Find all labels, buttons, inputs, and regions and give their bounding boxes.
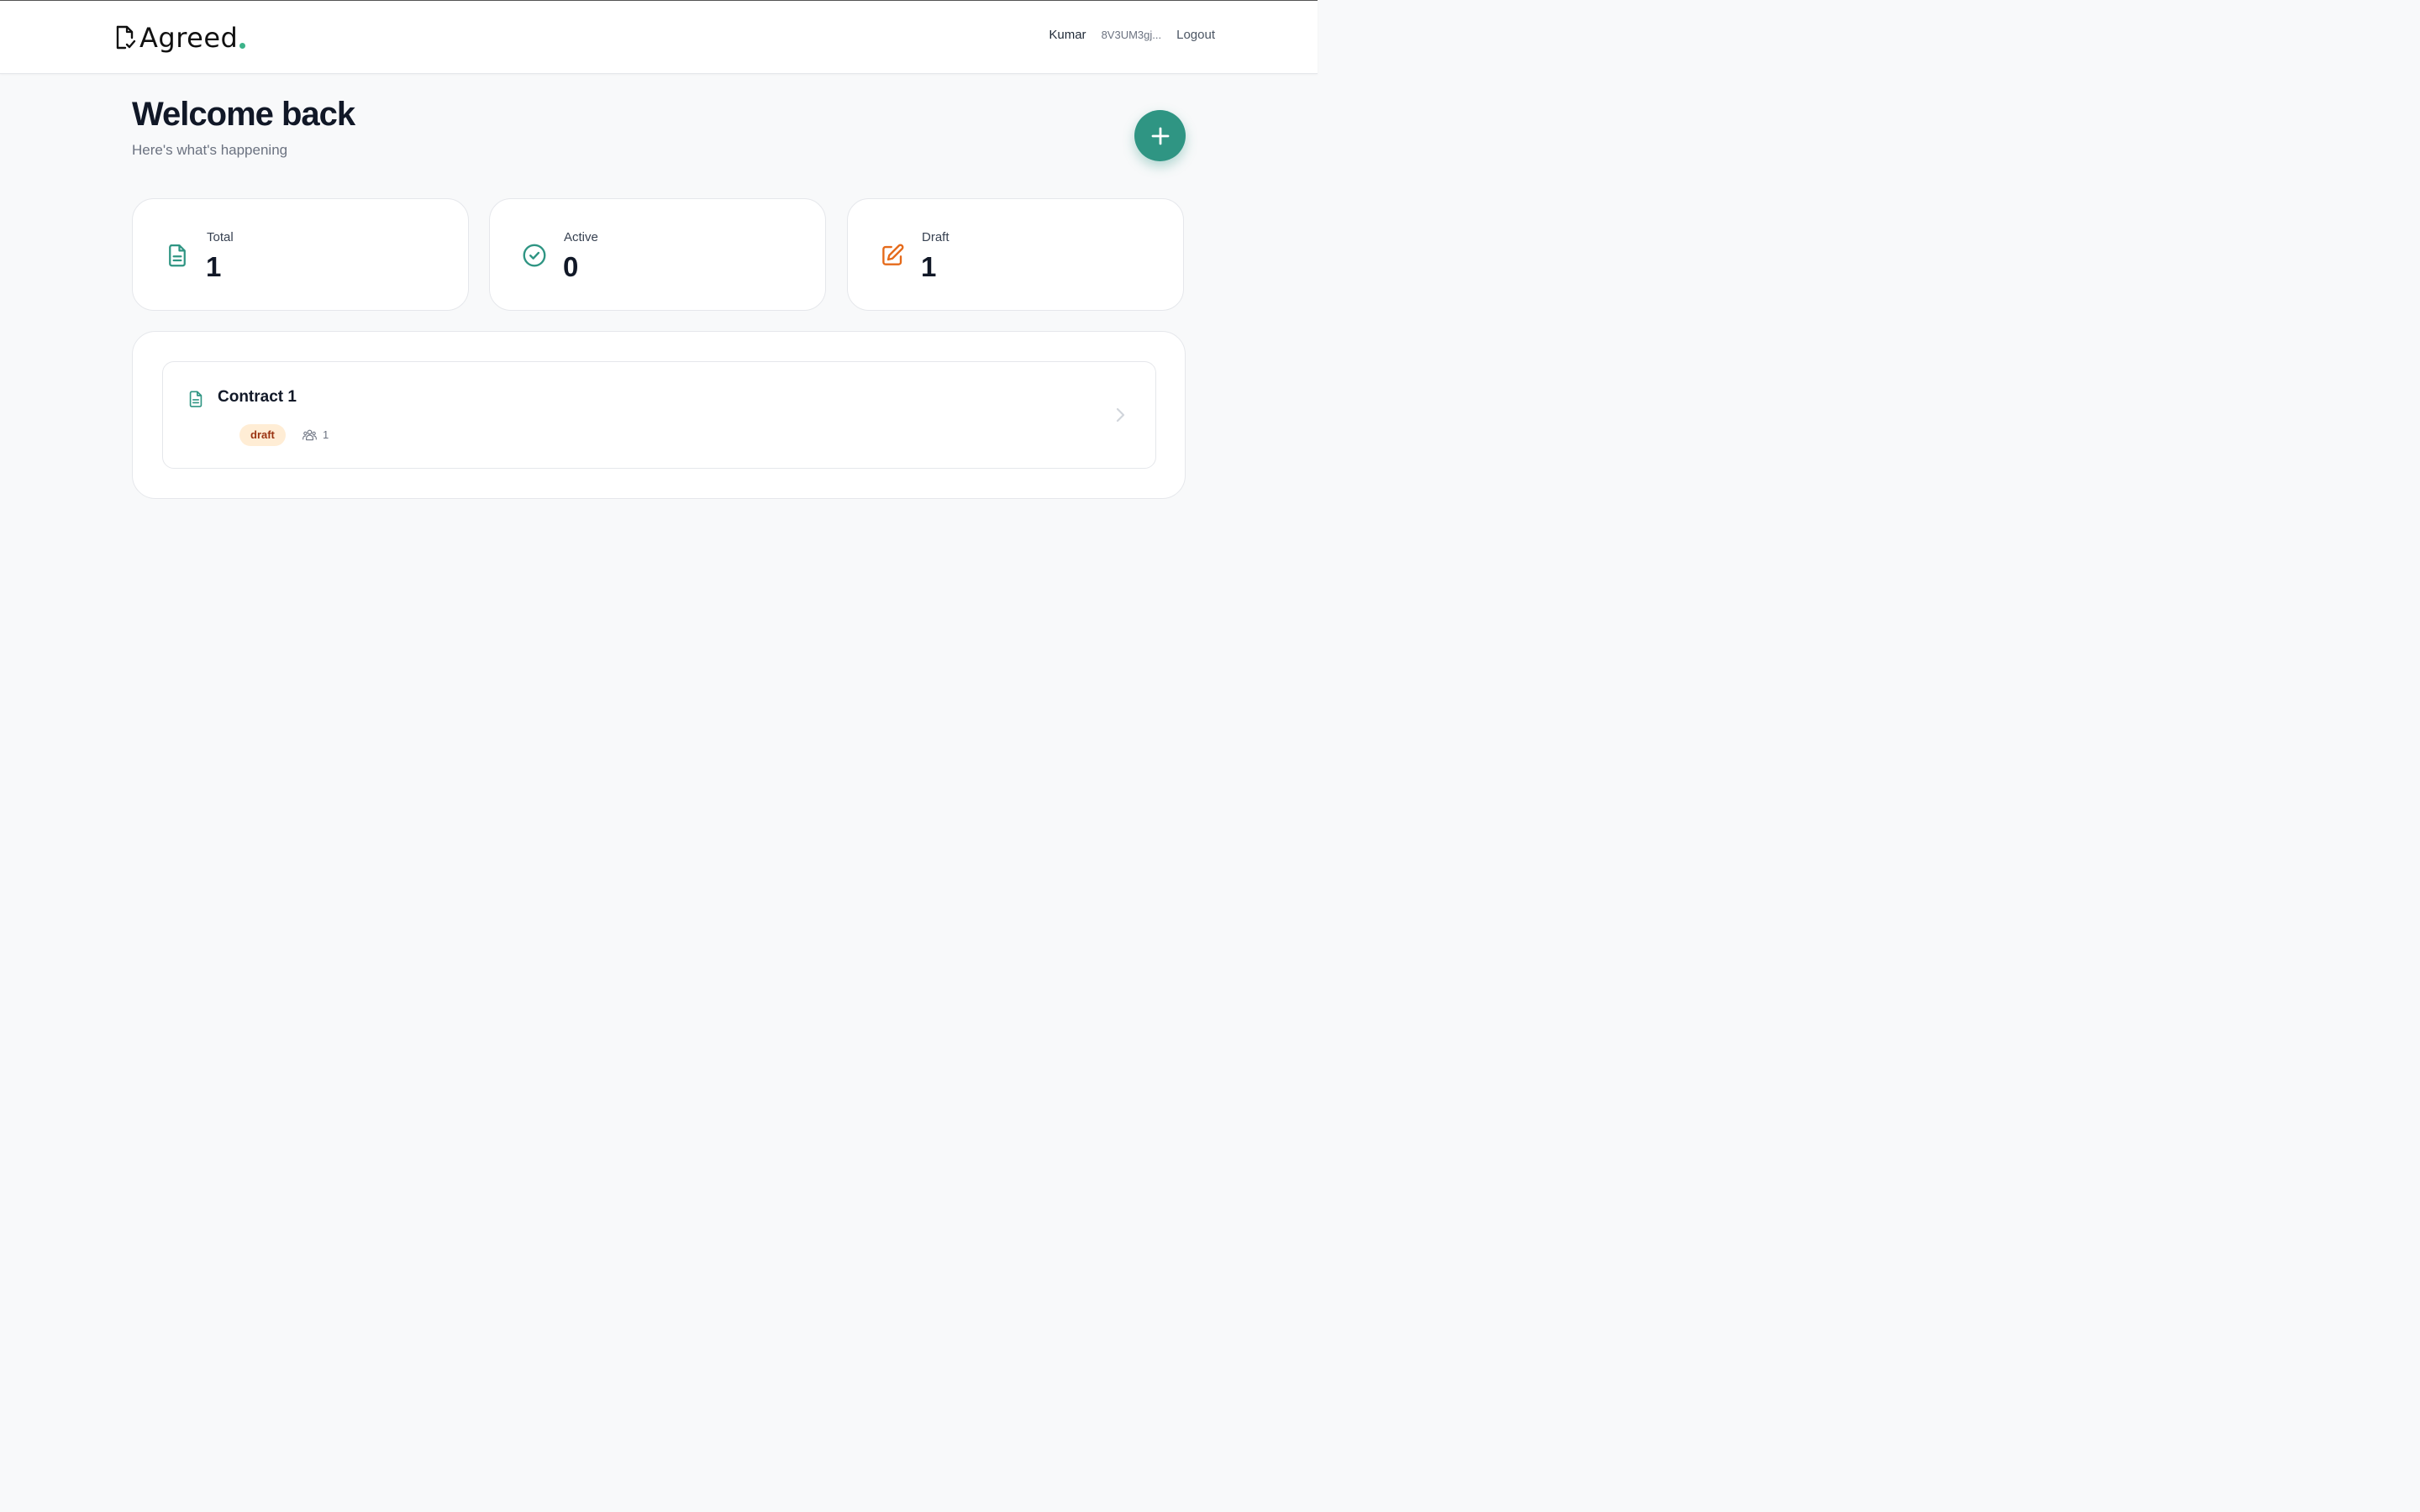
user-name: Kumar	[1049, 28, 1086, 42]
participant-count: 1	[323, 428, 329, 441]
page-title: Welcome back	[132, 96, 355, 133]
stat-value: 1	[206, 251, 222, 282]
app-name: Agreed	[139, 22, 239, 54]
check-circle-icon	[523, 244, 546, 267]
logout-button[interactable]: Logout	[1176, 28, 1215, 42]
stat-card-total: Total 1	[132, 198, 469, 311]
header-account-nav: Kumar 8V3UM3gj... Logout	[1049, 28, 1215, 42]
contracts-list-panel: Contract 1 draft 1	[132, 331, 1186, 499]
document-icon	[169, 244, 186, 267]
edit-icon	[882, 244, 904, 265]
plus-icon	[1151, 127, 1169, 144]
logo-accent-dot	[239, 42, 246, 49]
stat-label: Active	[564, 230, 598, 244]
app-logo[interactable]: Agreed	[114, 21, 246, 55]
stat-value: 0	[563, 251, 579, 282]
status-badge: draft	[239, 424, 286, 446]
document-icon	[189, 391, 203, 407]
chevron-right-icon	[1116, 407, 1125, 423]
stat-value: 1	[921, 251, 937, 282]
top-navbar: Agreed Kumar 8V3UM3gj... Logout	[0, 1, 1318, 74]
page-subtitle: Here's what's happening	[132, 142, 288, 158]
document-check-logo-icon	[116, 25, 136, 50]
stat-card-draft: Draft 1	[847, 198, 1184, 311]
stat-label: Draft	[922, 230, 950, 244]
contract-list-item[interactable]: Contract 1 draft 1	[162, 361, 1156, 469]
wallet-address: 8V3UM3gj...	[1101, 29, 1162, 41]
stat-label: Total	[207, 230, 234, 244]
new-contract-button[interactable]	[1134, 110, 1186, 161]
users-icon	[302, 429, 317, 441]
stat-card-active: Active 0	[489, 198, 826, 311]
contract-title: Contract 1	[218, 388, 297, 406]
